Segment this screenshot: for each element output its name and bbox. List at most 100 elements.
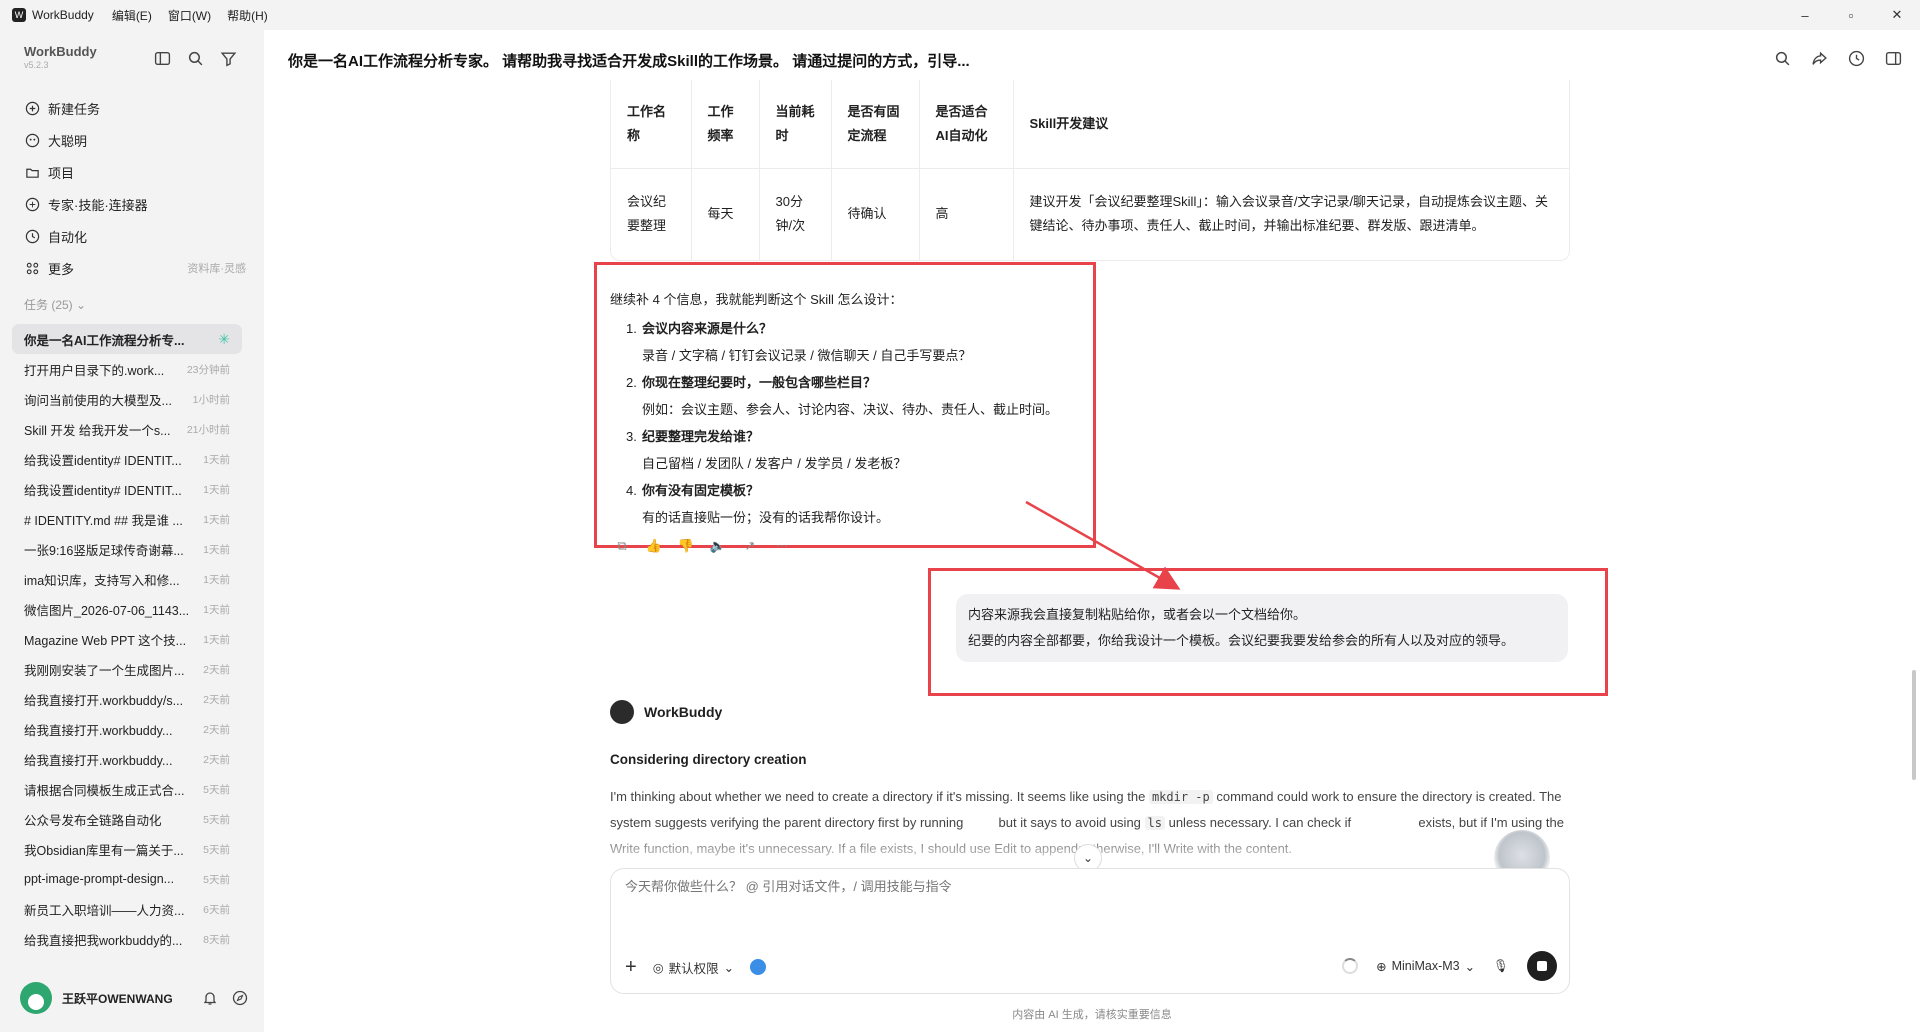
plus-circle-icon [24, 100, 40, 116]
stop-icon [1537, 961, 1547, 971]
composer: + ◎ 默认权限 ⌄ ⊕ MiniMax-M3 ⌄ 🎙 [610, 868, 1570, 994]
brand-name: WorkBuddy [24, 44, 97, 59]
menu-window[interactable]: 窗口(W) [168, 7, 211, 24]
nav-automation[interactable]: 自动化 [24, 220, 246, 252]
puzzle-icon [24, 196, 40, 212]
task-item[interactable]: 给我直接打开.workbuddy... 2天前 [12, 744, 242, 774]
task-time: 2天前 [203, 693, 230, 706]
task-item[interactable]: 一张9:16竖版足球传奇谢幕... 1天前 [12, 534, 242, 564]
task-item[interactable]: 给我直接打开.workbuddy/s... 2天前 [12, 684, 242, 714]
message-input[interactable] [625, 879, 1525, 894]
title-bar: W WorkBuddy 编辑(E) 窗口(W) 帮助(H) – ▫ ✕ [0, 0, 1920, 30]
bell-icon[interactable] [202, 990, 218, 1006]
task-title: ppt-image-prompt-design... [24, 872, 175, 886]
permission-dropdown[interactable]: ◎ 默认权限 ⌄ [653, 958, 734, 977]
inline-code: ls [1144, 816, 1165, 830]
stop-button[interactable] [1527, 951, 1557, 981]
task-item[interactable]: 给我设置identity# IDENTIT... 1天前 [12, 444, 242, 474]
task-title: 询问当前使用的大模型及... [24, 393, 172, 408]
task-time: 1天前 [203, 603, 230, 616]
task-time: 5天前 [203, 783, 230, 796]
nav-more[interactable]: 更多 资料库·灵感 [24, 252, 246, 284]
task-item[interactable]: 我刚刚安装了一个生成图片... 2天前 [12, 654, 242, 684]
task-title: 给我直接打开.workbuddy/s... [24, 693, 184, 708]
task-item[interactable]: Skill 开发 给我开发一个s... 21小时前 [12, 414, 242, 444]
microphone-icon[interactable]: 🎙 [1493, 959, 1509, 974]
task-item[interactable]: Magazine Web PPT 这个技... 1天前 [12, 624, 242, 654]
loading-spinner-icon [1342, 958, 1359, 974]
nav-label: 更多 [48, 261, 75, 277]
model-icon: ⊕ [1376, 959, 1387, 974]
task-title: # IDENTITY.md ## 我是谁 ... [24, 513, 183, 528]
task-item[interactable]: # IDENTITY.md ## 我是谁 ... 1天前 [12, 504, 242, 534]
shield-check-icon: ◎ [652, 960, 664, 975]
chevron-down-icon: ⌄ [76, 298, 87, 312]
nav-label: 大聪明 [48, 133, 88, 149]
task-item[interactable]: 给我直接把我workbuddy的... 8天前 [12, 924, 242, 954]
clock-icon [24, 228, 40, 244]
app-version: v5.2.3 [24, 60, 49, 70]
task-title: 给我设置identity# IDENTIT... [24, 483, 182, 498]
task-time: 5天前 [203, 873, 230, 886]
task-title: 我Obsidian库里有一篇关于... [24, 843, 184, 858]
agent-icon[interactable] [750, 959, 767, 975]
bot-avatar [610, 700, 634, 724]
task-item[interactable]: ppt-image-prompt-design... 5天前 [12, 864, 242, 894]
avatar[interactable] [20, 982, 52, 1014]
search-icon[interactable] [187, 50, 204, 67]
add-icon[interactable]: + [625, 957, 637, 977]
task-item[interactable]: 请根据合同模板生成正式合... 5天前 [12, 774, 242, 804]
nav-experts-skills[interactable]: 专家·技能·连接器 [24, 188, 246, 220]
user-profile[interactable]: 王跃平OWENWANG [20, 982, 248, 1014]
folder-icon [24, 164, 40, 180]
bot-icon [24, 132, 40, 148]
model-label: MiniMax-M3 [1391, 959, 1460, 973]
brand: WorkBuddy v5.2.3 [24, 44, 97, 70]
task-item[interactable]: 新员工入职培训——人力资... 6天前 [12, 894, 242, 924]
menu-edit[interactable]: 编辑(E) [112, 7, 152, 24]
minimize-icon[interactable]: – [1782, 0, 1828, 30]
task-item[interactable]: 你是一名AI工作流程分析专... ✳ [12, 324, 242, 354]
task-time: 5天前 [203, 813, 230, 826]
task-title: 我刚刚安装了一个生成图片... [24, 663, 185, 678]
chevron-down-icon: ⌄ [723, 960, 735, 975]
task-title: 公众号发布全链路自动化 [24, 813, 162, 828]
task-item[interactable]: 给我直接打开.workbuddy... 2天前 [12, 714, 242, 744]
task-item[interactable]: 微信图片_2026-07-06_1143... 1天前 [12, 594, 242, 624]
app-name: WorkBuddy [32, 8, 94, 22]
scrollbar[interactable] [1912, 670, 1916, 780]
task-title: Magazine Web PPT 这个技... [24, 633, 187, 648]
close-icon[interactable]: ✕ [1874, 0, 1920, 30]
task-title: 微信图片_2026-07-06_1143... [24, 603, 190, 618]
task-title: ima知识库，支持写入和修... [24, 573, 180, 588]
task-time: 2天前 [203, 663, 230, 676]
task-item[interactable]: 打开用户目录下的.work... 23分钟前 [12, 354, 242, 384]
compass-icon[interactable] [232, 990, 248, 1006]
grid-icon [24, 260, 40, 276]
task-time: 1小时前 [192, 393, 230, 406]
sidebar-toggle-icon[interactable] [154, 50, 171, 67]
nav-projects[interactable]: 项目 [24, 156, 246, 188]
task-item[interactable]: 公众号发布全链路自动化 5天前 [12, 804, 242, 834]
filter-icon[interactable] [220, 50, 237, 67]
nav-label: 自动化 [48, 229, 88, 245]
task-item[interactable]: 询问当前使用的大模型及... 1小时前 [12, 384, 242, 414]
nav-smart-bot[interactable]: 大聪明 [24, 124, 246, 156]
nav-new-task[interactable]: 新建任务 [24, 92, 246, 124]
task-time: 1天前 [203, 633, 230, 646]
tasks-header[interactable]: 任务 (25) ⌄ [24, 296, 86, 313]
task-item[interactable]: 我Obsidian库里有一篇关于... 5天前 [12, 834, 242, 864]
task-list: 你是一名AI工作流程分析专... ✳ 打开用户目录下的.work... 23分钟前 询问… [12, 324, 242, 954]
footer-disclaimer: 内容由 AI 生成，请核实重要信息 [1012, 1009, 1172, 1021]
task-title: 你是一名AI工作流程分析专... [24, 333, 185, 348]
maximize-icon[interactable]: ▫ [1828, 0, 1874, 30]
task-item[interactable]: 给我设置identity# IDENTIT... 1天前 [12, 474, 242, 504]
thinking-segment: unless necessary. I can check if [1164, 815, 1355, 830]
task-title: 新员工入职培训——人力资... [24, 903, 185, 918]
task-title: Skill 开发 给我开发一个s... [24, 423, 171, 438]
task-item[interactable]: ima知识库，支持写入和修... 1天前 [12, 564, 242, 594]
nav-more-extra[interactable]: 资料库·灵感 [187, 260, 246, 276]
menu-help[interactable]: 帮助(H) [227, 7, 268, 24]
model-selector[interactable]: ⊕ MiniMax-M3 ⌄ [1376, 959, 1475, 974]
permission-label: 默认权限 [668, 961, 719, 976]
